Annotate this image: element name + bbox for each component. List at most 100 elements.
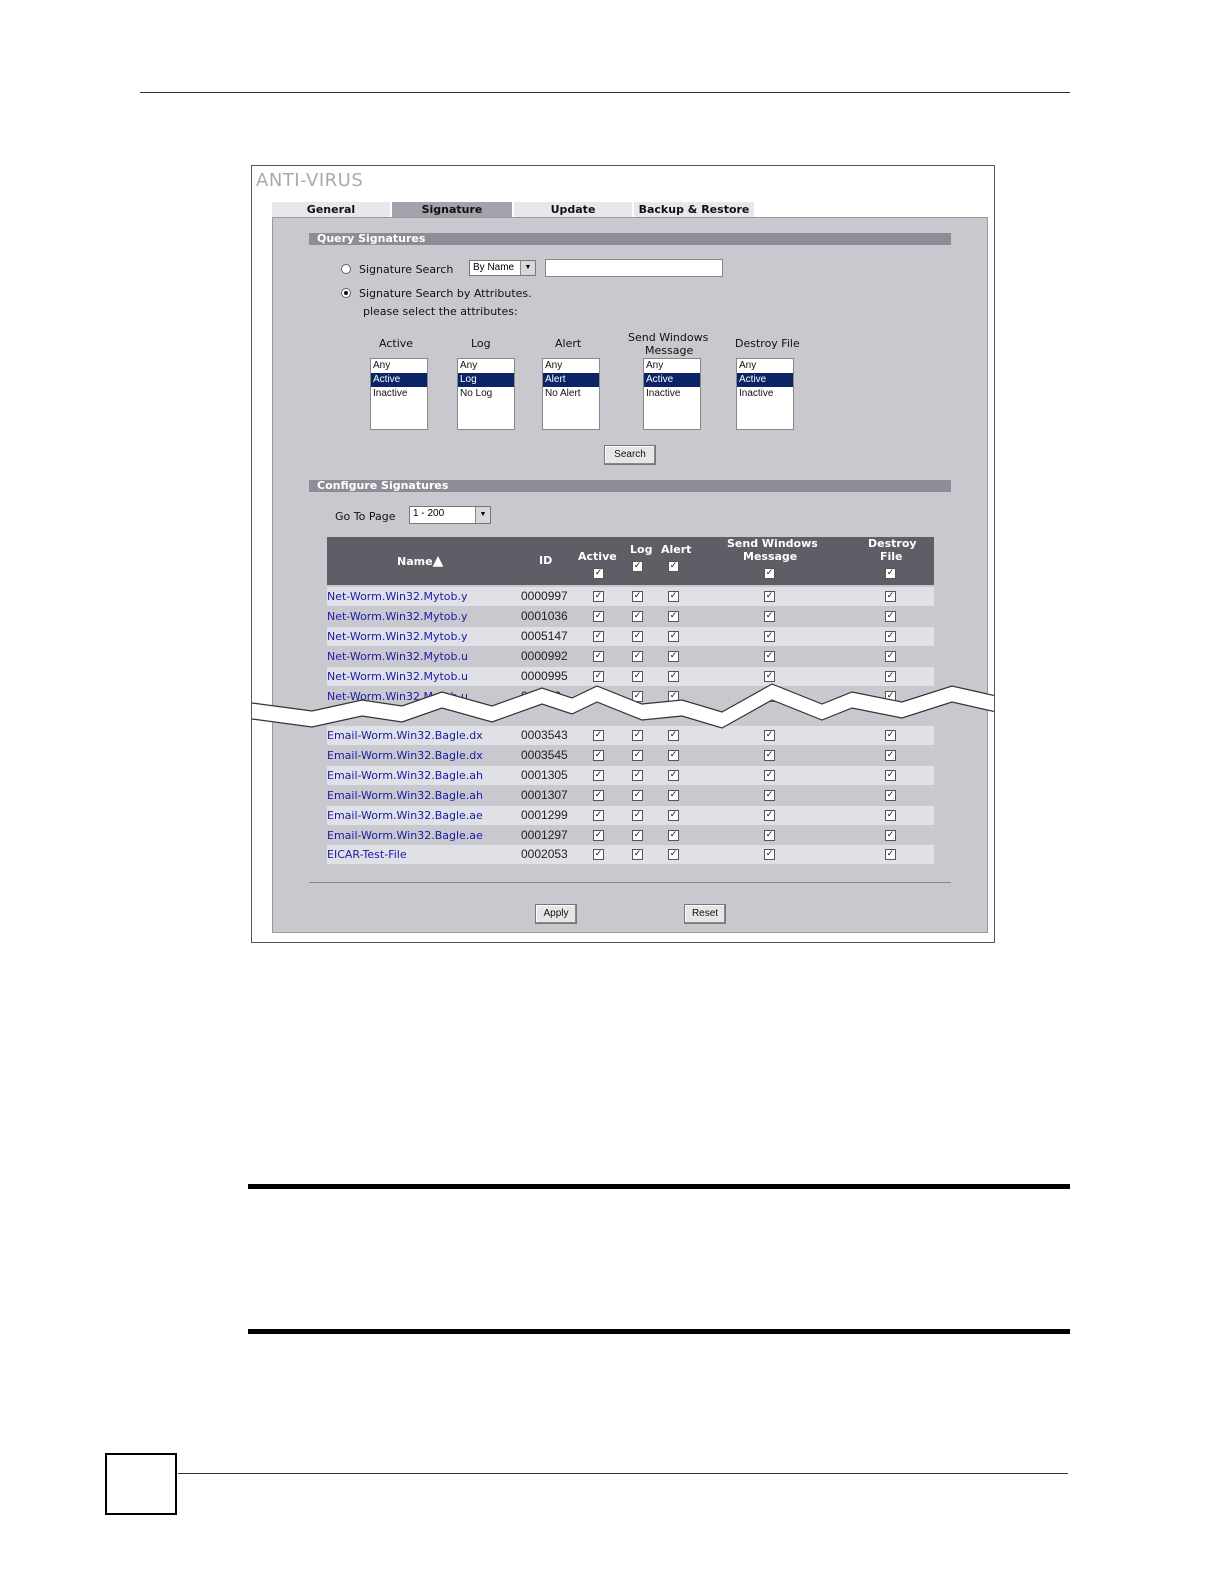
- column-name-header[interactable]: Name▲: [397, 554, 443, 568]
- destroy-checkbox[interactable]: ✓: [885, 630, 896, 642]
- signature-name-link[interactable]: Net-Worm.Win32.Mytob.u: [327, 650, 468, 663]
- list-option[interactable]: Any: [737, 359, 793, 373]
- tab-backup-restore[interactable]: Backup & Restore: [634, 202, 754, 218]
- active-checkbox[interactable]: ✓: [593, 591, 604, 602]
- destroy-checkbox[interactable]: ✓: [885, 809, 896, 821]
- list-option-selected[interactable]: Alert: [543, 373, 599, 387]
- log-checkbox[interactable]: ✓: [632, 650, 643, 662]
- log-checkbox[interactable]: ✓: [632, 610, 643, 622]
- page-select[interactable]: 1 - 200 ▼: [409, 506, 491, 524]
- alert-checkbox[interactable]: ✓: [668, 630, 679, 642]
- active-checkbox[interactable]: ✓: [593, 809, 604, 821]
- select-all-swm-checkbox[interactable]: ✓: [764, 568, 775, 579]
- search-by-select[interactable]: By Name ▼: [469, 260, 536, 276]
- list-option[interactable]: Any: [371, 359, 427, 373]
- select-all-destroy-checkbox[interactable]: ✓: [885, 568, 896, 579]
- signature-name-link[interactable]: Email-Worm.Win32.Bagle.ae: [327, 809, 483, 822]
- list-option[interactable]: Any: [458, 359, 514, 373]
- active-checkbox[interactable]: ✓: [593, 749, 604, 761]
- signature-name-link[interactable]: Net-Worm.Win32.Mytob.y: [327, 610, 468, 623]
- swm-checkbox[interactable]: ✓: [764, 769, 775, 781]
- select-all-log-checkbox[interactable]: ✓: [632, 561, 643, 572]
- attr-active-listbox[interactable]: Any Active Inactive: [370, 358, 428, 430]
- swm-checkbox[interactable]: ✓: [764, 809, 775, 821]
- attr-swm-listbox[interactable]: Any Active Inactive: [643, 358, 701, 430]
- signature-search-radio[interactable]: [341, 264, 351, 274]
- swm-checkbox[interactable]: ✓: [764, 829, 775, 841]
- swm-checkbox[interactable]: ✓: [764, 749, 775, 761]
- active-checkbox[interactable]: ✓: [593, 610, 604, 622]
- active-checkbox[interactable]: ✓: [593, 789, 604, 801]
- active-checkbox[interactable]: ✓: [593, 650, 604, 662]
- signature-search-input[interactable]: [545, 259, 723, 277]
- signature-name-link[interactable]: Email-Worm.Win32.Bagle.dx: [327, 749, 483, 762]
- alert-checkbox[interactable]: ✓: [668, 849, 679, 861]
- tab-signature[interactable]: Signature: [392, 202, 512, 218]
- swm-checkbox[interactable]: ✓: [764, 849, 775, 861]
- swm-checkbox[interactable]: ✓: [764, 630, 775, 642]
- swm-checkbox[interactable]: ✓: [764, 591, 775, 602]
- list-option[interactable]: Inactive: [737, 387, 793, 401]
- apply-button[interactable]: Apply: [535, 904, 577, 924]
- alert-checkbox[interactable]: ✓: [668, 769, 679, 781]
- log-checkbox[interactable]: ✓: [632, 829, 643, 841]
- signature-name-link[interactable]: Email-Worm.Win32.Bagle.ah: [327, 789, 483, 802]
- destroy-checkbox[interactable]: ✓: [885, 849, 896, 861]
- destroy-checkbox[interactable]: ✓: [885, 650, 896, 662]
- alert-checkbox[interactable]: ✓: [668, 610, 679, 622]
- signature-table-header: Name▲ ID Active Log Alert Send Windows M…: [327, 537, 934, 585]
- list-option[interactable]: Any: [543, 359, 599, 373]
- alert-checkbox[interactable]: ✓: [668, 749, 679, 761]
- list-option-selected[interactable]: Active: [644, 373, 700, 387]
- list-option[interactable]: Inactive: [644, 387, 700, 401]
- attr-alert-listbox[interactable]: Any Alert No Alert: [542, 358, 600, 430]
- log-checkbox[interactable]: ✓: [632, 849, 643, 861]
- list-option[interactable]: Inactive: [371, 387, 427, 401]
- alert-checkbox[interactable]: ✓: [668, 650, 679, 662]
- swm-checkbox[interactable]: ✓: [764, 789, 775, 801]
- swm-checkbox[interactable]: ✓: [764, 650, 775, 662]
- log-checkbox[interactable]: ✓: [632, 809, 643, 821]
- tab-update[interactable]: Update: [514, 202, 632, 218]
- list-option-selected[interactable]: Active: [371, 373, 427, 387]
- active-checkbox[interactable]: ✓: [593, 849, 604, 861]
- destroy-checkbox[interactable]: ✓: [885, 829, 896, 841]
- tab-general[interactable]: General: [272, 202, 390, 218]
- list-option-selected[interactable]: Log: [458, 373, 514, 387]
- signature-name-link[interactable]: Email-Worm.Win32.Bagle.ae: [327, 829, 483, 842]
- active-checkbox[interactable]: ✓: [593, 769, 604, 781]
- alert-checkbox[interactable]: ✓: [668, 591, 679, 602]
- list-option[interactable]: No Log: [458, 387, 514, 401]
- alert-checkbox[interactable]: ✓: [668, 809, 679, 821]
- signature-name-link[interactable]: Net-Worm.Win32.Mytob.y: [327, 630, 468, 643]
- attr-destroy-listbox[interactable]: Any Active Inactive: [736, 358, 794, 430]
- list-option-selected[interactable]: Active: [737, 373, 793, 387]
- signature-name-link[interactable]: Email-Worm.Win32.Bagle.ah: [327, 769, 483, 782]
- active-checkbox[interactable]: ✓: [593, 829, 604, 841]
- alert-checkbox[interactable]: ✓: [668, 789, 679, 801]
- log-checkbox[interactable]: ✓: [632, 789, 643, 801]
- list-option[interactable]: Any: [644, 359, 700, 373]
- attr-log-listbox[interactable]: Any Log No Log: [457, 358, 515, 430]
- destroy-checkbox[interactable]: ✓: [885, 591, 896, 602]
- log-checkbox[interactable]: ✓: [632, 749, 643, 761]
- destroy-checkbox[interactable]: ✓: [885, 789, 896, 801]
- destroy-checkbox[interactable]: ✓: [885, 610, 896, 622]
- reset-button[interactable]: Reset: [684, 904, 726, 924]
- signature-name-link[interactable]: EICAR-Test-File: [327, 848, 407, 861]
- select-all-alert-checkbox[interactable]: ✓: [668, 561, 679, 572]
- list-option[interactable]: No Alert: [543, 387, 599, 401]
- log-checkbox[interactable]: ✓: [632, 591, 643, 602]
- select-all-active-checkbox[interactable]: ✓: [593, 568, 604, 579]
- log-checkbox[interactable]: ✓: [632, 630, 643, 642]
- search-button[interactable]: Search: [604, 445, 656, 465]
- swm-checkbox[interactable]: ✓: [764, 610, 775, 622]
- destroy-checkbox[interactable]: ✓: [885, 769, 896, 781]
- attr-swm-label-line2: Message: [645, 344, 694, 357]
- log-checkbox[interactable]: ✓: [632, 769, 643, 781]
- active-checkbox[interactable]: ✓: [593, 630, 604, 642]
- signature-attr-radio[interactable]: [341, 288, 351, 298]
- alert-checkbox[interactable]: ✓: [668, 829, 679, 841]
- signature-name-link[interactable]: Net-Worm.Win32.Mytob.y: [327, 590, 468, 603]
- destroy-checkbox[interactable]: ✓: [885, 749, 896, 761]
